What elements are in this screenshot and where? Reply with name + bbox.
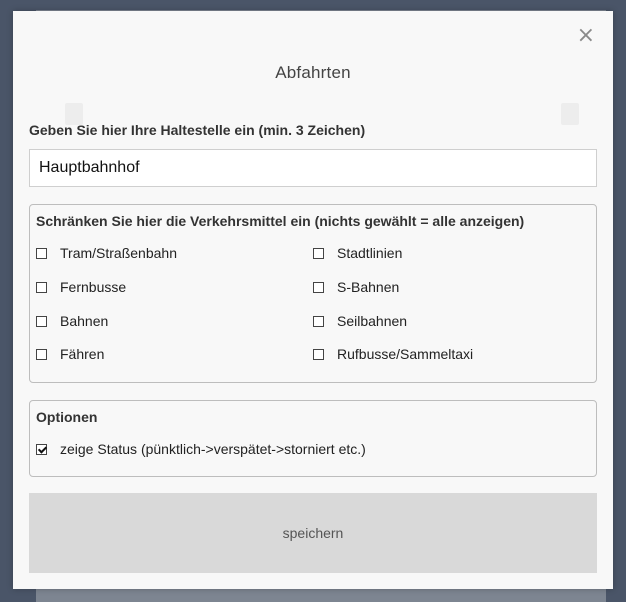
checkbox-seilbahnen[interactable]: Seilbahnen <box>313 313 407 329</box>
stop-input[interactable] <box>29 149 597 187</box>
checkbox-box[interactable] <box>313 281 324 293</box>
checkbox-label: Fähren <box>60 346 105 362</box>
dialog-title: Abfahrten <box>275 63 351 82</box>
save-button[interactable]: speichern <box>29 493 597 573</box>
checkbox-box[interactable] <box>36 247 47 259</box>
checkbox-rufbusse[interactable]: Rufbusse/Sammeltaxi <box>313 346 473 362</box>
checkbox-label: Bahnen <box>60 313 109 329</box>
checkbox-show-status[interactable]: zeige Status (pünktlich->verspätet->stor… <box>36 441 366 457</box>
checkbox-box[interactable] <box>313 247 324 259</box>
checkbox-faehren[interactable]: Fähren <box>36 346 104 362</box>
checkbox-stadtlinien[interactable]: Stadtlinien <box>313 245 402 261</box>
checkbox-box[interactable] <box>36 315 47 327</box>
close-icon[interactable]: × <box>577 25 595 47</box>
checkbox-tram[interactable]: Tram/Straßenbahn <box>36 245 177 261</box>
checkbox-label: Stadtlinien <box>337 245 403 261</box>
checkbox-label: zeige Status (pünktlich->verspätet->stor… <box>60 441 366 457</box>
checkbox-label: Rufbusse/Sammeltaxi <box>337 346 474 362</box>
options-group: Optionen zeige Status (pünktlich->verspä… <box>29 400 597 477</box>
checkbox-box[interactable] <box>313 315 324 327</box>
checkbox-bahnen[interactable]: Bahnen <box>36 313 108 329</box>
departures-dialog: × Abfahrten Geben Sie hier Ihre Halteste… <box>13 11 613 589</box>
checkbox-label: Tram/Straßenbahn <box>60 245 177 261</box>
options-title: Optionen <box>36 409 98 425</box>
checkbox-s-bahnen[interactable]: S-Bahnen <box>313 279 399 295</box>
checkbox-box[interactable] <box>36 348 47 360</box>
transport-filter-group: Schränken Sie hier die Verkehrsmittel ei… <box>29 204 597 383</box>
checkbox-label: Fernbusse <box>60 279 127 295</box>
checkbox-box[interactable] <box>36 443 47 455</box>
checkbox-box[interactable] <box>313 348 324 360</box>
checkbox-label: Seilbahnen <box>337 313 408 329</box>
stop-field-label: Geben Sie hier Ihre Haltestelle ein (min… <box>29 122 366 138</box>
transport-filter-title: Schränken Sie hier die Verkehrsmittel ei… <box>36 213 525 229</box>
trash-icon <box>561 103 579 125</box>
checkbox-box[interactable] <box>36 281 47 293</box>
checkbox-fernbusse[interactable]: Fernbusse <box>36 279 126 295</box>
checkbox-label: S-Bahnen <box>337 279 400 295</box>
